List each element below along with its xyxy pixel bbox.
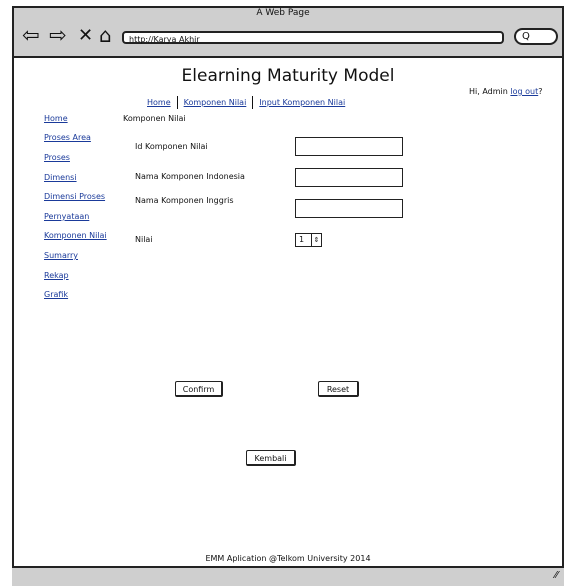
nama-indonesia-input[interactable] [295,168,403,187]
back-arrow-icon[interactable]: ⇦ [22,25,40,46]
reset-button[interactable]: Reset [318,381,359,397]
resize-grip-icon[interactable]: ⁄⁄ [555,570,558,581]
forward-arrow-icon[interactable]: ⇨ [49,25,67,46]
nilai-value: 1 [299,235,305,244]
id-komponen-label: Id Komponen Nilai [135,142,208,151]
status-bar: ⁄⁄ [12,566,564,586]
nav-komponen-nilai-link[interactable]: Komponen Nilai [184,98,247,107]
address-bar[interactable]: http://Karya Akhir [122,31,504,44]
close-icon[interactable]: ✕ [78,25,93,46]
nama-inggris-label: Nama Komponen Inggris [135,196,234,205]
nilai-label: Nilai [135,235,153,244]
search-icon: Q [522,31,530,42]
sidebar-item-pernyataan[interactable]: Pernyataan [44,212,89,221]
sidebar-item-dimensi[interactable]: Dimensi [44,173,77,182]
home-icon[interactable]: ⌂ [99,25,112,46]
sidebar-item-home[interactable]: Home [44,114,68,123]
page-title: Elearning Maturity Model [181,66,395,86]
greeting-text: Hi, Admin [469,87,508,96]
nav-input-komponen-link[interactable]: Input Komponen Nilai [259,98,345,107]
window-title: A Web Page [256,8,310,18]
stepper-arrows-icon[interactable]: ⇕ [311,234,321,246]
greeting-suffix: ? [538,87,543,96]
kembali-button[interactable]: Kembali [246,450,296,466]
id-komponen-input[interactable] [295,137,403,156]
sidebar-item-komponen-nilai[interactable]: Komponen Nilai [44,231,107,240]
breadcrumb: Komponen Nilai [123,114,186,123]
confirm-button[interactable]: Confirm [175,381,223,397]
sidebar-item-dimensi-proses[interactable]: Dimensi Proses [44,192,105,201]
sidebar-item-rekap[interactable]: Rekap [44,271,69,280]
sidebar-item-proses-area[interactable]: Proses Area [44,133,91,142]
nama-inggris-input[interactable] [295,199,403,218]
sidebar-item-sumarry[interactable]: Sumarry [44,251,78,260]
nav-separator [176,96,178,109]
logout-link[interactable]: log out [510,87,538,96]
nav-separator [252,96,254,109]
nav-home-link[interactable]: Home [147,98,171,107]
sidebar-item-proses[interactable]: Proses [44,153,70,162]
search-box[interactable]: Q [514,28,558,45]
top-navigation: Home Komponen Nilai Input Komponen Nilai [147,96,345,109]
sidebar-item-grafik[interactable]: Grafik [44,290,68,299]
nilai-stepper[interactable]: 1 ⇕ [295,233,322,247]
nama-indonesia-label: Nama Komponen Indonesia [135,172,245,181]
user-greeting: Hi, Admin log out? [469,87,542,96]
footer-text: EMM Aplication @Telkom University 2014 [205,554,371,563]
